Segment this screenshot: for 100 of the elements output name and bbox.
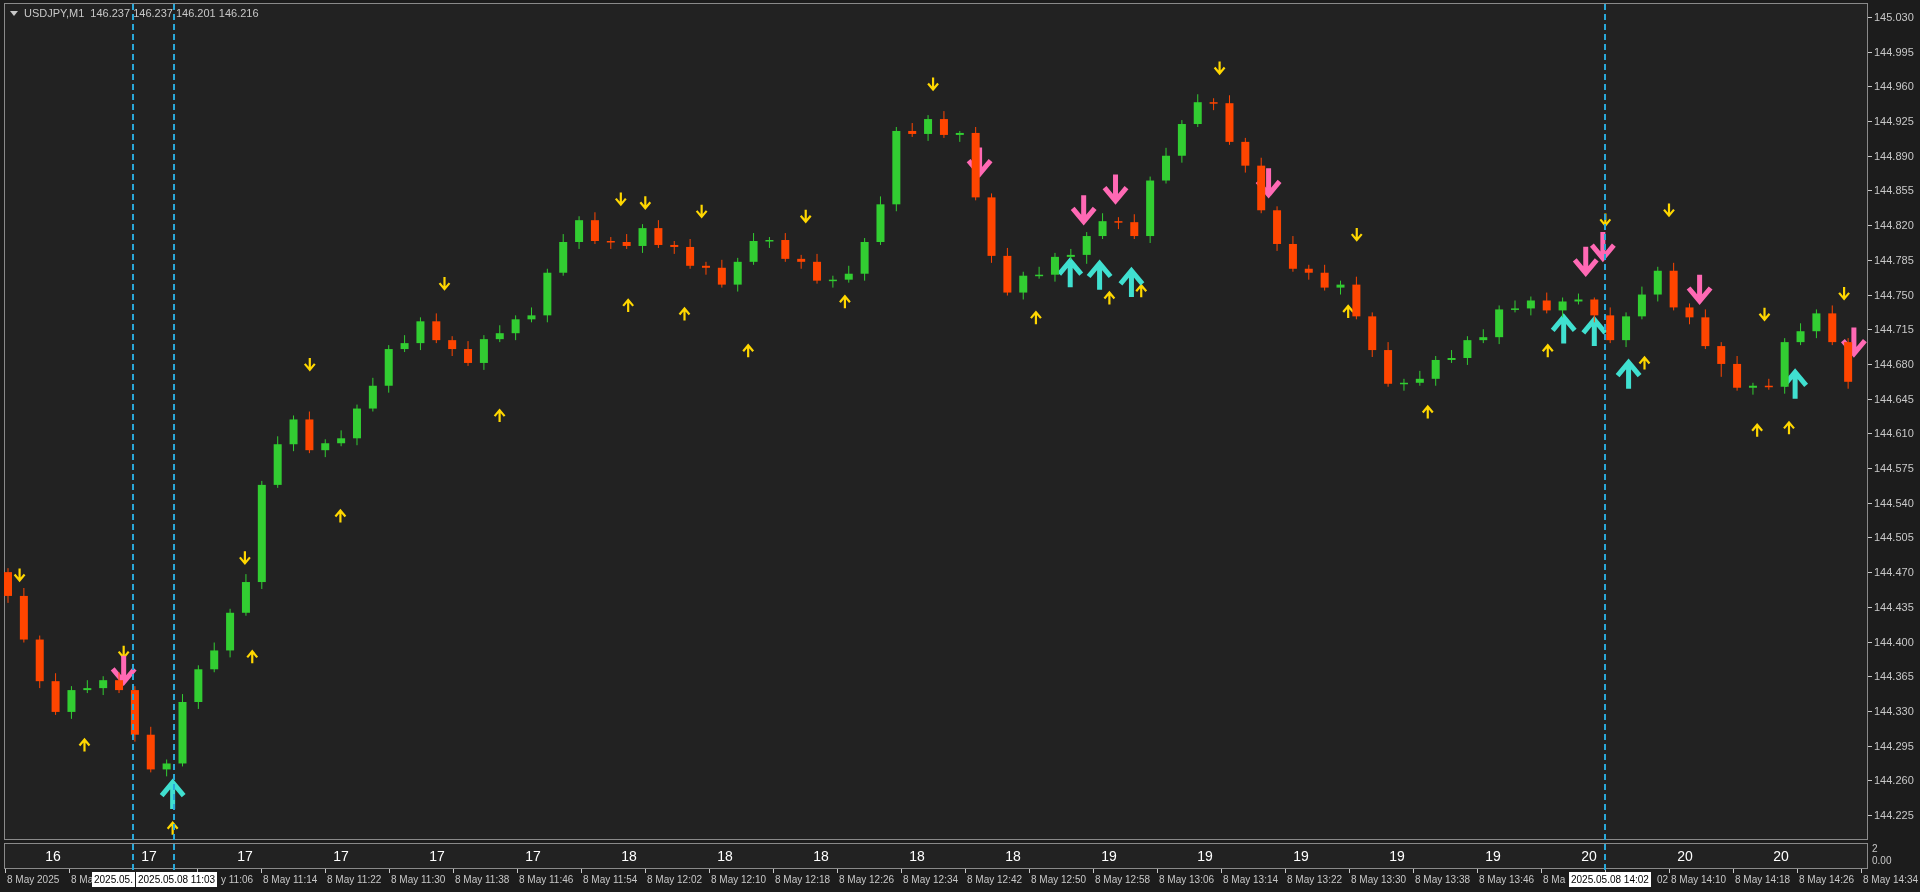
cursor-time-label: 2025.05.08 14:02 — [1569, 872, 1651, 887]
candlestick — [1352, 276, 1361, 320]
price-label: 144.260 — [1874, 773, 1914, 788]
candlestick — [860, 237, 869, 282]
candlestick — [1717, 341, 1726, 378]
candlestick — [1288, 235, 1297, 273]
price-label: 144.435 — [1874, 599, 1914, 614]
arrow-down-icon — [1102, 171, 1129, 205]
arrow-up-icon — [1751, 423, 1764, 438]
candlestick — [4, 567, 12, 604]
candlestick — [1511, 300, 1519, 313]
candlestick — [1384, 341, 1393, 388]
day-label: 19 — [1293, 847, 1309, 866]
price-label: 144.855 — [1874, 183, 1914, 198]
time-label: 8 May 12:10 — [711, 873, 767, 887]
arrow-up-icon — [742, 343, 755, 359]
candlestick — [654, 219, 663, 249]
time-label: 8 May 13:30 — [1351, 873, 1407, 887]
time-label: 8 May 11:54 — [583, 873, 638, 887]
candlestick — [495, 324, 504, 343]
candlestick — [1780, 337, 1789, 395]
arrow-down-icon — [1255, 165, 1283, 199]
candlestick — [1812, 308, 1821, 339]
candlestick — [1733, 355, 1742, 392]
candlestick — [1606, 306, 1615, 344]
price-label: 144.470 — [1874, 565, 1914, 580]
candlestick — [1035, 266, 1044, 280]
candlestick — [1764, 378, 1773, 391]
price-label: 145.030 — [1874, 9, 1914, 24]
ohlc-values: 146.237 146.237 146.201 146.216 — [90, 6, 259, 21]
candlestick — [384, 344, 393, 394]
candlestick — [1368, 311, 1377, 358]
time-label: 8 May 2025 — [7, 873, 60, 887]
arrow-up-icon — [1782, 420, 1796, 436]
subwindow-scale-label: 0.00 — [1872, 855, 1892, 867]
price-label: 144.330 — [1874, 703, 1914, 718]
price-label: 144.925 — [1874, 114, 1914, 129]
candlestick — [1415, 370, 1424, 387]
arrow-down-icon — [238, 550, 251, 566]
time-label: 8 May 12:18 — [775, 873, 831, 887]
arrow-up-icon — [622, 298, 635, 313]
price-label: 144.400 — [1874, 634, 1914, 649]
candlestick — [1050, 252, 1059, 283]
arrow-down-icon — [1840, 324, 1868, 358]
time-label: 8 May 12:42 — [967, 873, 1023, 887]
candlestick — [1098, 212, 1107, 240]
candlestick — [1526, 296, 1535, 316]
candlestick — [1399, 378, 1408, 392]
time-label: 8 May 11:14 — [263, 873, 318, 887]
cursor-time-label: 2025.05.08 11:03 — [136, 872, 218, 887]
candlestick — [1637, 286, 1646, 320]
candlestick — [67, 685, 76, 720]
arrow-up-icon — [334, 508, 347, 524]
arrow-down-icon — [614, 191, 627, 207]
candlestick — [1209, 97, 1218, 111]
candlestick — [353, 404, 361, 446]
candlestick — [1558, 297, 1567, 318]
time-label: 8 May 11:38 — [455, 873, 510, 887]
day-label: 16 — [45, 847, 61, 866]
candlestick — [702, 261, 710, 276]
candlestick — [1146, 176, 1155, 244]
candlestick — [939, 110, 948, 139]
candlestick — [1542, 292, 1551, 314]
candlestick — [876, 195, 885, 246]
candlestick — [1590, 297, 1599, 323]
candlestick — [464, 340, 473, 367]
time-label: y 11:06 — [221, 873, 254, 887]
candlestick — [749, 232, 758, 266]
arrow-down-icon — [1686, 272, 1714, 306]
price-label: 144.995 — [1874, 44, 1914, 59]
arrow-up-icon — [838, 294, 851, 310]
candlestick — [35, 635, 44, 689]
price-label: 144.295 — [1874, 738, 1914, 753]
time-label: 8 May 12:50 — [1031, 873, 1087, 887]
candlestick — [305, 411, 314, 454]
candlestick — [527, 306, 536, 323]
day-label: 19 — [1197, 847, 1213, 866]
arrow-down-icon — [926, 76, 940, 92]
arrow-down-icon — [1572, 244, 1600, 277]
price-label: 144.785 — [1874, 252, 1914, 267]
candlestick — [1574, 293, 1583, 305]
candlestick — [781, 232, 790, 263]
price-label: 144.575 — [1874, 461, 1914, 476]
day-label: 20 — [1581, 847, 1597, 866]
candlestick — [241, 573, 250, 617]
candlestick — [1463, 335, 1472, 366]
candlestick — [1066, 248, 1075, 261]
time-label: 8 May 13:06 — [1159, 873, 1215, 887]
candlestick — [1495, 304, 1504, 345]
day-label: 17 — [429, 847, 445, 866]
time-label: 02 — [1657, 873, 1669, 887]
arrow-down-icon — [1350, 227, 1363, 242]
price-label: 144.505 — [1874, 530, 1914, 545]
arrow-down-icon — [438, 275, 451, 291]
price-label: 144.715 — [1874, 322, 1914, 337]
candlestick — [1796, 322, 1805, 346]
arrow-up-icon — [1056, 256, 1084, 290]
dropdown-triangle-icon[interactable] — [10, 10, 18, 16]
candlestick — [1130, 213, 1139, 240]
candlestick — [987, 192, 996, 264]
